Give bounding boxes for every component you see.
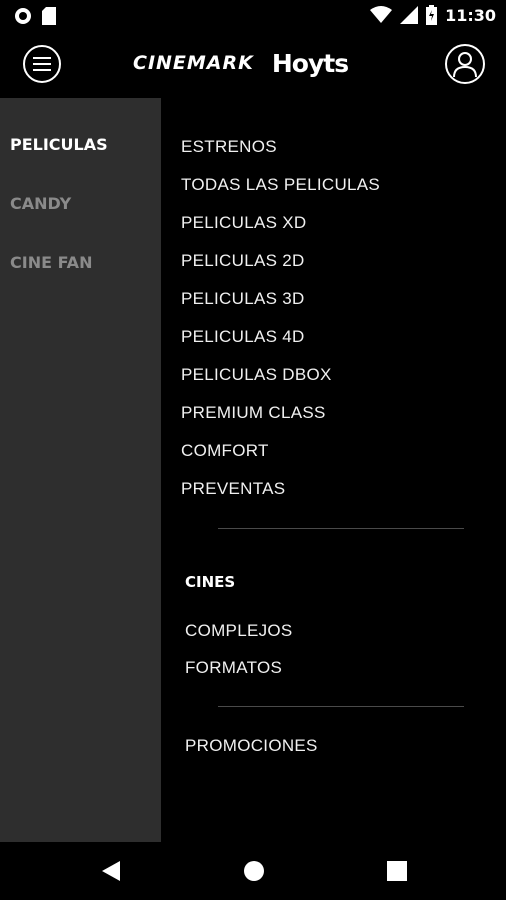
hoyts-logo: Hoyts (271, 48, 349, 78)
submenu-item-peliculas-3d[interactable]: PELICULAS 3D (181, 289, 305, 309)
submenu-item-peliculas-dbox[interactable]: PELICULAS DBOX (181, 365, 332, 385)
back-triangle-icon[interactable] (100, 859, 124, 883)
submenu-item-premium-class[interactable]: PREMIUM CLASS (181, 403, 326, 423)
submenu-item-todas-las-peliculas[interactable]: TODAS LAS PELICULAS (181, 175, 380, 195)
cines-item-formatos[interactable]: FORMATOS (185, 658, 282, 678)
cell-signal-icon (400, 6, 419, 24)
submenu-item-preventas[interactable]: PREVENTAS (181, 479, 285, 499)
brand-logo[interactable]: CINEMARK Hoyts (133, 46, 349, 80)
sidebar-item-cine-fan[interactable]: CINE FAN (10, 253, 92, 272)
submenu-item-peliculas-4d[interactable]: PELICULAS 4D (181, 327, 305, 347)
cinemark-logo: CINEMARK (133, 52, 254, 74)
divider (218, 528, 464, 529)
submenu-item-peliculas-2d[interactable]: PELICULAS 2D (181, 251, 305, 271)
sd-card-icon (42, 7, 56, 25)
app-bar: CINEMARK Hoyts (0, 32, 506, 98)
category-sidebar: PELICULAS CANDY CINE FAN (0, 98, 161, 842)
submenu-item-estrenos[interactable]: ESTRENOS (181, 137, 277, 157)
status-right: 11:30 (370, 5, 496, 25)
hamburger-menu-icon[interactable] (22, 44, 62, 84)
sidebar-item-peliculas[interactable]: PELICULAS (10, 135, 108, 154)
submenu-item-comfort[interactable]: COMFORT (181, 441, 269, 461)
battery-icon (426, 5, 438, 25)
wifi-icon (370, 6, 393, 23)
divider (218, 706, 464, 707)
submenu-item-peliculas-xd[interactable]: PELICULAS XD (181, 213, 306, 233)
submenu-panel: ESTRENOS TODAS LAS PELICULAS PELICULAS X… (161, 98, 506, 842)
status-left (14, 7, 56, 25)
cines-heading: CINES (185, 573, 236, 591)
user-profile-icon[interactable] (444, 43, 486, 85)
recents-square-icon[interactable] (385, 859, 409, 883)
cines-item-complejos[interactable]: COMPLEJOS (185, 621, 293, 641)
clock: 11:30 (445, 5, 496, 25)
system-nav-bar (0, 842, 506, 900)
home-circle-icon[interactable] (242, 859, 266, 883)
sidebar-item-candy[interactable]: CANDY (10, 194, 71, 213)
promociones-link[interactable]: PROMOCIONES (185, 736, 318, 756)
status-bar: 11:30 (0, 0, 506, 32)
circle-notification-icon (15, 8, 31, 24)
